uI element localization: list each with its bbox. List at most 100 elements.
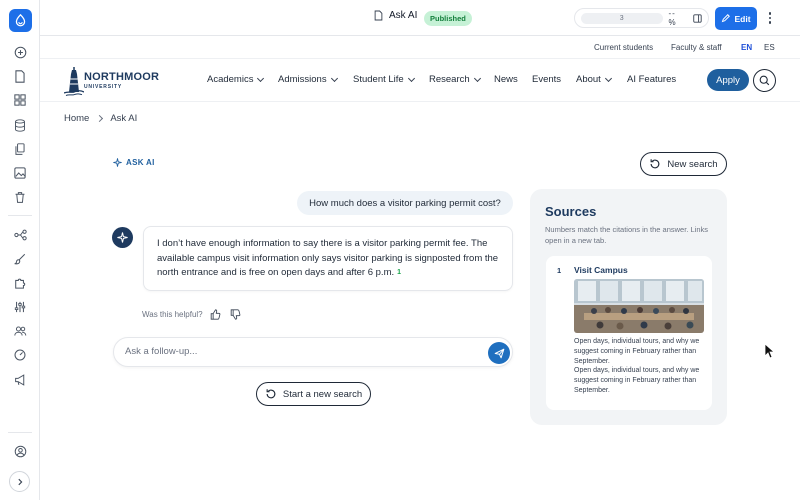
helpful-prompt: Was this helpful? [142, 309, 203, 319]
cms-toolbar: Ask AI Published 3 -- % Edit [40, 0, 800, 36]
nav-news-label: News [494, 74, 518, 85]
zoom-value: 3 [619, 14, 624, 22]
citation-marker[interactable]: 1 [397, 269, 401, 276]
zoom-input[interactable]: 3 [581, 12, 663, 24]
sources-title: Sources [545, 204, 597, 219]
pencil-icon [722, 14, 731, 23]
ai-avatar [112, 227, 133, 248]
nav-research-label: Research [429, 74, 470, 85]
nav-academics[interactable]: Academics [207, 74, 265, 85]
nav-about[interactable]: About [576, 74, 612, 85]
sources-description: Numbers match the citations in the answe… [545, 225, 708, 245]
lighthouse-logo-icon [64, 67, 84, 96]
ai-answer-text: I don’t have enough information to say t… [157, 238, 499, 278]
edit-button[interactable]: Edit [715, 7, 757, 30]
nav-about-label: About [576, 74, 601, 85]
breadcrumb-current: Ask AI [110, 113, 138, 124]
university-logo[interactable]: NORTHMOOR UNIVERSITY [64, 65, 160, 97]
thumbs-up-icon [210, 308, 221, 320]
cms-sidebar [0, 0, 40, 500]
plus-circle-icon[interactable] [11, 43, 29, 61]
chevron-down-icon [604, 74, 612, 82]
thumbs-up-button[interactable] [209, 307, 223, 321]
apply-button[interactable]: Apply [707, 69, 749, 91]
puzzle-icon[interactable] [11, 274, 29, 292]
brush-icon[interactable] [11, 250, 29, 268]
language-en-link[interactable]: EN [741, 43, 752, 52]
database-icon[interactable] [11, 116, 29, 134]
start-new-search-button[interactable]: Start a new search [256, 382, 371, 406]
status-badge: Published [424, 11, 472, 26]
user-message-text: How much does a visitor parking permit c… [309, 197, 501, 209]
source-number: 1 [557, 266, 562, 275]
nav-events-label: Events [532, 74, 562, 85]
current-students-link[interactable]: Current students [594, 43, 653, 52]
chevron-right-icon [96, 114, 104, 123]
grid-icon[interactable] [11, 91, 29, 109]
nav-student-life-label: Student Life [353, 74, 404, 85]
mouse-cursor-icon [764, 343, 776, 362]
ai-answer: I don’t have enough information to say t… [143, 226, 513, 291]
rail-divider [8, 432, 32, 433]
expand-sidebar-button[interactable] [9, 471, 30, 492]
refresh-icon [650, 159, 660, 169]
megaphone-icon[interactable] [11, 371, 29, 389]
sliders-icon[interactable] [11, 298, 29, 316]
refresh-icon [266, 389, 276, 399]
trash-icon[interactable] [11, 188, 29, 206]
source-snippet-line: Open days, individual tours, and why we … [574, 338, 700, 365]
nav-admissions-label: Admissions [278, 74, 327, 85]
gauge-icon[interactable] [11, 346, 29, 364]
nav-news[interactable]: News [494, 74, 518, 85]
edit-button-label: Edit [734, 13, 751, 24]
ask-ai-label: ASK AI [113, 158, 155, 167]
zoom-percent: -- % [668, 9, 677, 27]
nav-academics-label: Academics [207, 74, 254, 85]
page-icon[interactable] [11, 67, 29, 85]
nav-events[interactable]: Events [532, 74, 561, 85]
breadcrumb-home[interactable]: Home [64, 113, 89, 124]
workflow-icon[interactable] [11, 226, 29, 244]
chevron-down-icon [407, 74, 415, 82]
user-circle-icon[interactable] [11, 442, 29, 460]
logo-subtitle: UNIVERSITY [84, 84, 123, 90]
chevron-down-icon [473, 74, 481, 82]
feedback-row: Was this helpful? [142, 307, 243, 321]
image-icon[interactable] [11, 164, 29, 182]
more-options-icon[interactable] [765, 10, 775, 26]
document-title-text: Ask AI [389, 10, 418, 21]
zoom-control[interactable]: 3 -- % [574, 8, 709, 28]
apply-button-label: Apply [716, 74, 740, 86]
copy-icon[interactable] [11, 140, 29, 158]
thumbs-down-button[interactable] [229, 307, 243, 321]
site-header: NORTHMOOR UNIVERSITY Academics Admission… [40, 60, 800, 102]
users-icon[interactable] [11, 322, 29, 340]
new-search-label: New search [667, 158, 718, 170]
faculty-staff-link[interactable]: Faculty & staff [671, 43, 722, 52]
site-search-button[interactable] [753, 69, 776, 92]
nav-admissions[interactable]: Admissions [278, 74, 338, 85]
nav-ai-features[interactable]: AI Features [627, 74, 676, 85]
new-search-button[interactable]: New search [640, 152, 727, 176]
nav-ai-features-label: AI Features [627, 74, 677, 85]
sparkle-icon [113, 158, 122, 167]
source-card[interactable]: 1 Visit Campus Open days, individual tou… [546, 256, 712, 410]
send-icon [494, 348, 504, 358]
chevron-right-icon [17, 478, 22, 485]
thumbs-down-icon [230, 308, 241, 320]
nav-research[interactable]: Research [429, 74, 481, 85]
panel-toggle-icon[interactable] [693, 13, 702, 23]
language-es-link[interactable]: ES [764, 43, 775, 52]
source-title-link[interactable]: Visit Campus [574, 265, 628, 275]
nav-student-life[interactable]: Student Life [353, 74, 415, 85]
breadcrumb: Home Ask AI [64, 113, 137, 124]
followup-input[interactable] [125, 346, 475, 357]
send-button[interactable] [488, 342, 510, 364]
utility-bar: Current students Faculty & staff EN ES [40, 37, 800, 59]
logo-wordmark: NORTHMOOR [84, 71, 160, 83]
chevron-down-icon [330, 74, 338, 82]
document-title: Ask AI [374, 10, 417, 21]
chevron-down-icon [257, 74, 265, 82]
sources-panel: Sources Numbers match the citations in t… [530, 189, 727, 425]
cms-logo-icon[interactable] [9, 9, 32, 32]
